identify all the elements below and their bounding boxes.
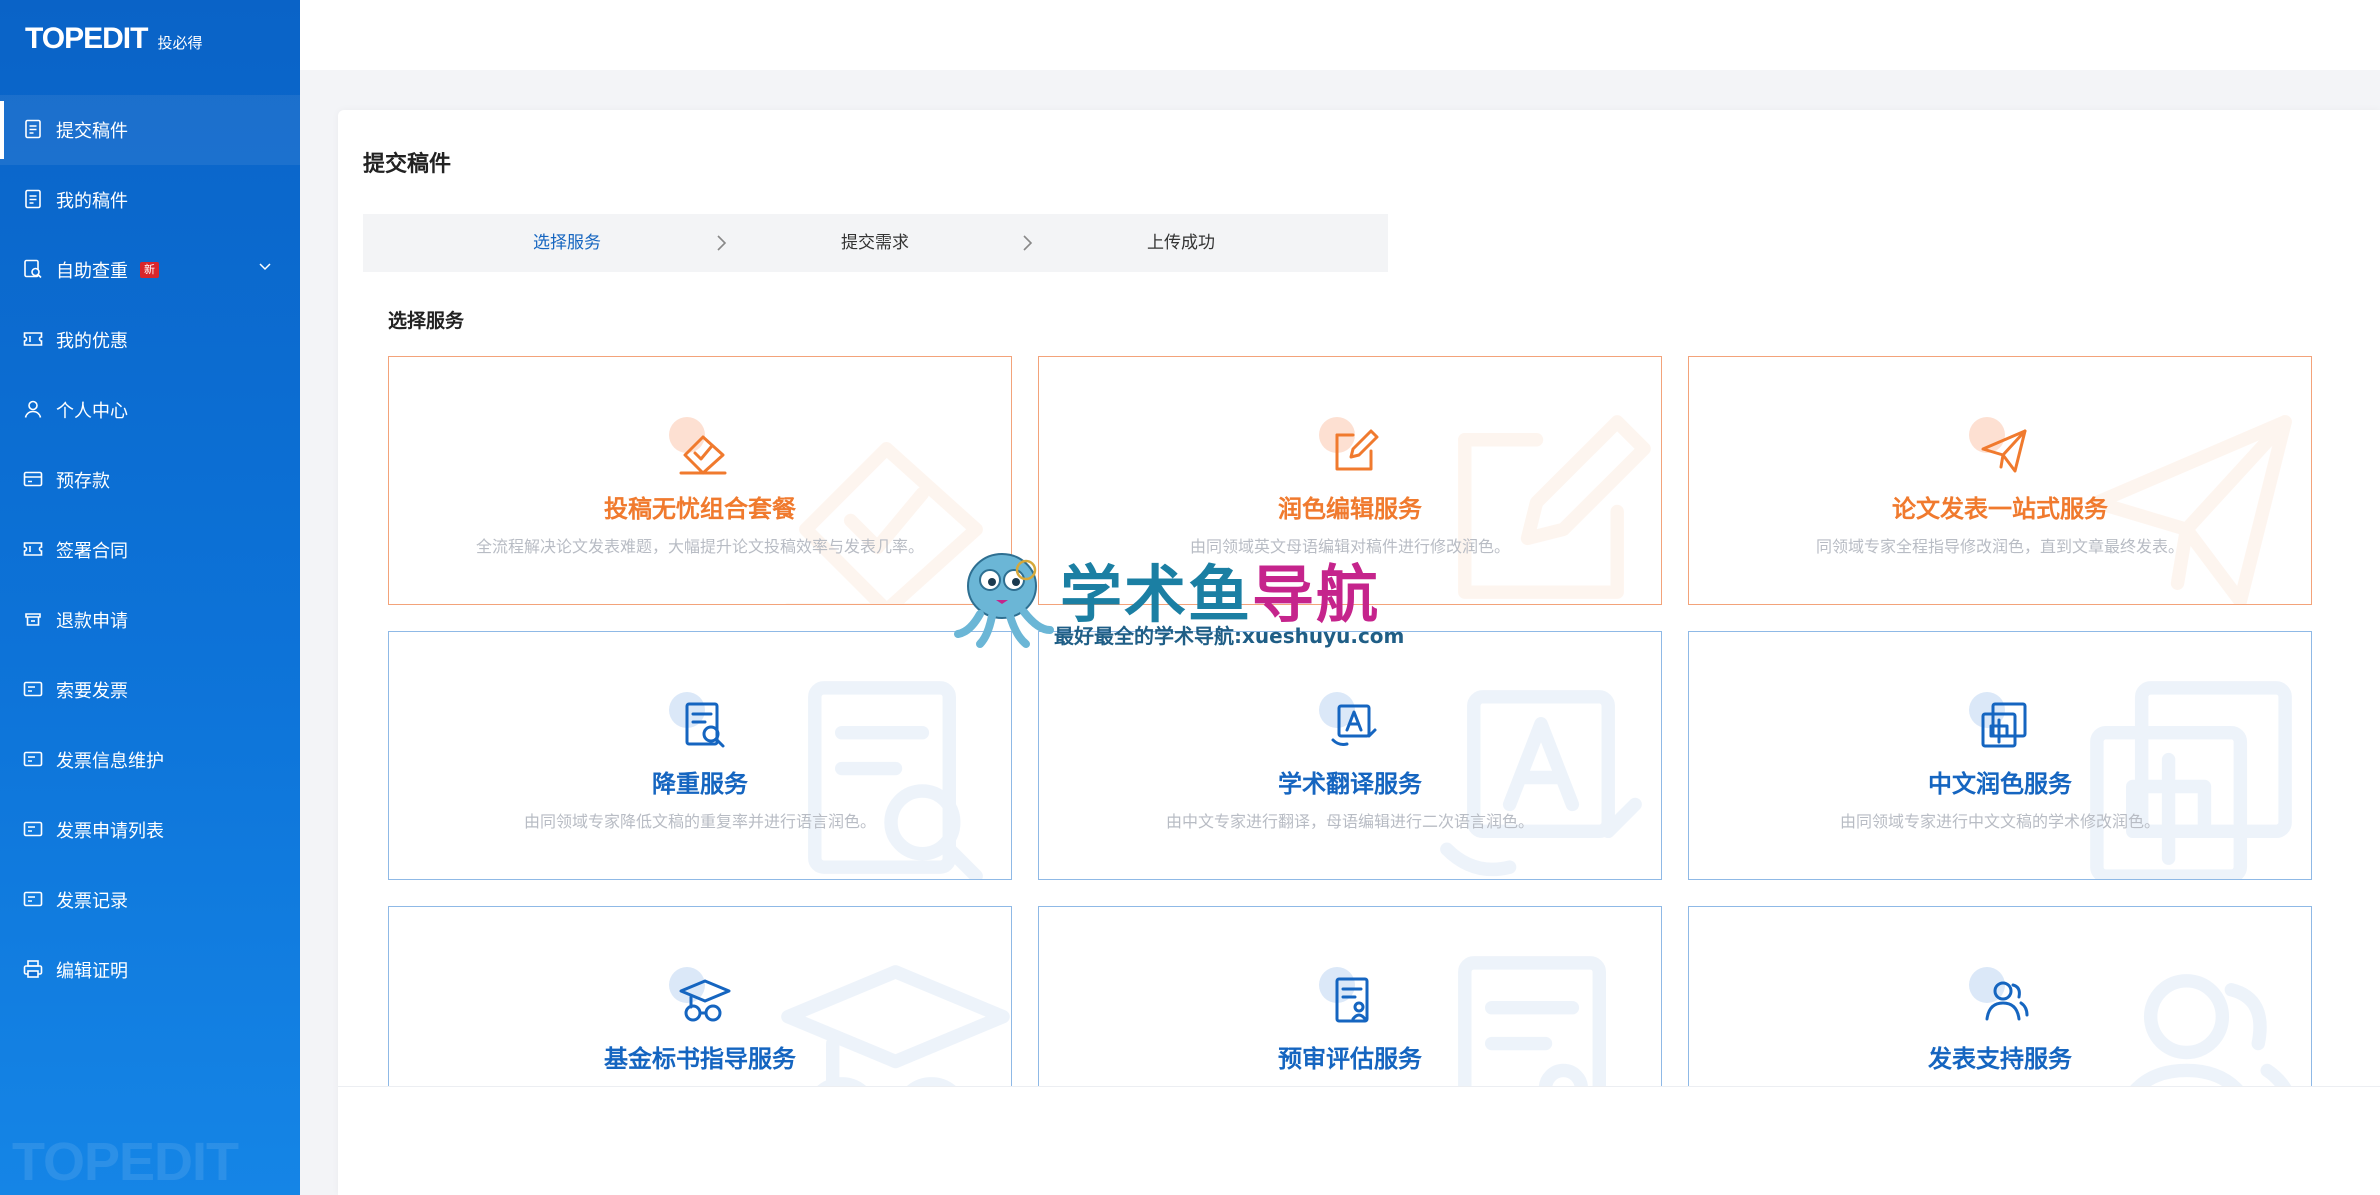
- sidebar: TOPEDIT 投必得 提交稿件我的稿件自助查重新我的优惠个人中心预存款签署合同…: [0, 0, 300, 1195]
- sidebar-item-0[interactable]: 提交稿件: [0, 95, 300, 165]
- logo[interactable]: TOPEDIT 投必得: [25, 22, 202, 56]
- service-card[interactable]: 基金标书指导服务由同领域专家对基金标书进行指导修改。: [388, 906, 1012, 1086]
- card-title: 润色编辑服务: [1278, 495, 1422, 523]
- service-card[interactable]: 发表支持服务由专家团队提供论文发表支持。: [1688, 906, 2312, 1086]
- submission-icon: [665, 413, 735, 483]
- coupon-icon: [22, 328, 46, 352]
- step-select-service: 选择服务: [533, 233, 601, 253]
- card-description: 由同领域专家进行中文文稿的学术修改润色。: [1839, 812, 2160, 831]
- card-title: 预审评估服务: [1278, 1045, 1422, 1073]
- document-icon: [22, 118, 46, 142]
- user-icon: [22, 398, 46, 422]
- sidebar-item-label: 个人中心: [56, 401, 128, 422]
- document-icon: [22, 188, 46, 212]
- users-icon: [1965, 963, 2035, 1033]
- card-title: 基金标书指导服务: [604, 1045, 796, 1073]
- new-badge: 新: [140, 262, 159, 278]
- chevron-right-icon: [717, 235, 727, 251]
- search-doc-icon: [22, 258, 46, 282]
- sidebar-item-3[interactable]: 我的优惠: [0, 305, 300, 375]
- section-title: 选择服务: [388, 310, 465, 332]
- card-description: 同领域专家全程指导修改润色，直到文章最终发表。: [1815, 537, 2184, 556]
- site-watermark: 学术鱼导航 最好最全的学术导航:xueshuyu.com: [950, 540, 1430, 650]
- service-cards: 投稿无忧组合套餐 全流程解决论文发表难题，大幅提升论文投稿效率与发表几率。 润色编辑…: [388, 356, 2314, 1086]
- service-card[interactable]: 论文发表一站式服务同领域专家全程指导修改润色，直到文章最终发表。: [1688, 356, 2312, 605]
- sidebar-menu: 提交稿件我的稿件自助查重新我的优惠个人中心预存款签署合同退款申请索要发票发票信息…: [0, 95, 300, 1005]
- review-doc-icon: [1315, 963, 1385, 1033]
- sidebar-item-12[interactable]: 编辑证明: [0, 935, 300, 1005]
- service-card[interactable]: 投稿无忧组合套餐全流程解决论文发表难题，大幅提升论文投稿效率与发表几率。: [388, 356, 1012, 605]
- sidebar-item-4[interactable]: 个人中心: [0, 375, 300, 445]
- sidebar-item-label: 发票申请列表: [56, 821, 164, 842]
- sidebar-item-label: 自助查重: [56, 261, 128, 282]
- service-card[interactable]: 学术翻译服务由中文专家进行翻译，母语编辑进行二次语言润色。: [1038, 631, 1662, 880]
- sidebar-item-1[interactable]: 我的稿件: [0, 165, 300, 235]
- graduation-cap-icon: [665, 963, 735, 1033]
- sidebar-item-7[interactable]: 退款申请: [0, 585, 300, 655]
- logo-text: TOPEDIT: [25, 22, 148, 55]
- watermark-subtitle: 最好最全的学术导航:xueshuyu.com: [1054, 624, 1405, 648]
- wallet-icon: [22, 468, 46, 492]
- sidebar-item-2[interactable]: 自助查重新: [0, 235, 300, 305]
- main-panel: 提交稿件 选择服务 提交需求 上传成功 选择服务 投稿无忧组合套餐全流程解决论文…: [338, 110, 2380, 1195]
- sidebar-item-label: 退款申请: [56, 611, 128, 632]
- sidebar-item-label: 发票信息维护: [56, 751, 164, 772]
- invoice-icon: [22, 888, 46, 912]
- sidebar-item-label: 编辑证明: [56, 961, 128, 982]
- card-title: 中文润色服务: [1928, 770, 2072, 798]
- sidebar-item-5[interactable]: 预存款: [0, 445, 300, 515]
- invoice-icon: [22, 678, 46, 702]
- paper-plane-icon: [1965, 413, 2035, 483]
- top-bar: [300, 0, 2380, 70]
- step-submit-requirements: 提交需求: [841, 233, 909, 253]
- chevron-down-icon[interactable]: [258, 259, 272, 273]
- card-title: 发表支持服务: [1928, 1045, 2072, 1073]
- sidebar-item-9[interactable]: 发票信息维护: [0, 725, 300, 795]
- invoice-icon: [22, 818, 46, 842]
- sidebar-item-11[interactable]: 发票记录: [0, 865, 300, 935]
- sidebar-item-label: 我的稿件: [56, 191, 128, 212]
- card-title: 降重服务: [652, 770, 748, 798]
- step-indicator: 选择服务 提交需求 上传成功: [363, 214, 1388, 272]
- contract-icon: [22, 538, 46, 562]
- card-title: 投稿无忧组合套餐: [604, 495, 796, 523]
- sidebar-logo-watermark: TOPEDIT: [12, 1132, 239, 1192]
- step-upload-success: 上传成功: [1147, 233, 1215, 253]
- service-card[interactable]: 降重服务由同领域专家降低文稿的重复率并进行语言润色。: [388, 631, 1012, 880]
- refund-icon: [22, 608, 46, 632]
- sidebar-item-label: 预存款: [56, 471, 110, 492]
- card-title: 论文发表一站式服务: [1892, 495, 2108, 523]
- sidebar-item-10[interactable]: 发票申请列表: [0, 795, 300, 865]
- card-title: 学术翻译服务: [1278, 770, 1422, 798]
- sidebar-item-label: 我的优惠: [56, 331, 128, 352]
- sidebar-item-8[interactable]: 索要发票: [0, 655, 300, 725]
- service-card[interactable]: 中文润色服务由同领域专家进行中文文稿的学术修改润色。: [1688, 631, 2312, 880]
- sidebar-item-label: 发票记录: [56, 891, 128, 912]
- card-description: 全流程解决论文发表难题，大幅提升论文投稿效率与发表几率。: [475, 537, 924, 556]
- doc-search-icon: [665, 688, 735, 758]
- logo-subtext: 投必得: [157, 34, 203, 52]
- card-description: 由同领域专家降低文稿的重复率并进行语言润色。: [523, 812, 876, 831]
- footer-bar: [338, 1086, 2380, 1195]
- chevron-right-icon: [1023, 235, 1033, 251]
- card-description: 由中文专家进行翻译，母语编辑进行二次语言润色。: [1165, 812, 1534, 831]
- edit-icon: [1315, 413, 1385, 483]
- sidebar-item-label: 提交稿件: [56, 121, 128, 142]
- page-title: 提交稿件: [363, 152, 452, 177]
- chinese-char-icon: [1965, 688, 2035, 758]
- sidebar-item-label: 签署合同: [56, 541, 128, 562]
- translate-icon: [1315, 688, 1385, 758]
- service-card[interactable]: 预审评估服务由同领域专家对稿件进行预审评估。: [1038, 906, 1662, 1086]
- sidebar-item-label: 索要发票: [56, 681, 128, 702]
- octopus-mascot-icon: [954, 553, 1054, 648]
- sidebar-item-6[interactable]: 签署合同: [0, 515, 300, 585]
- invoice-icon: [22, 748, 46, 772]
- printer-icon: [22, 958, 46, 982]
